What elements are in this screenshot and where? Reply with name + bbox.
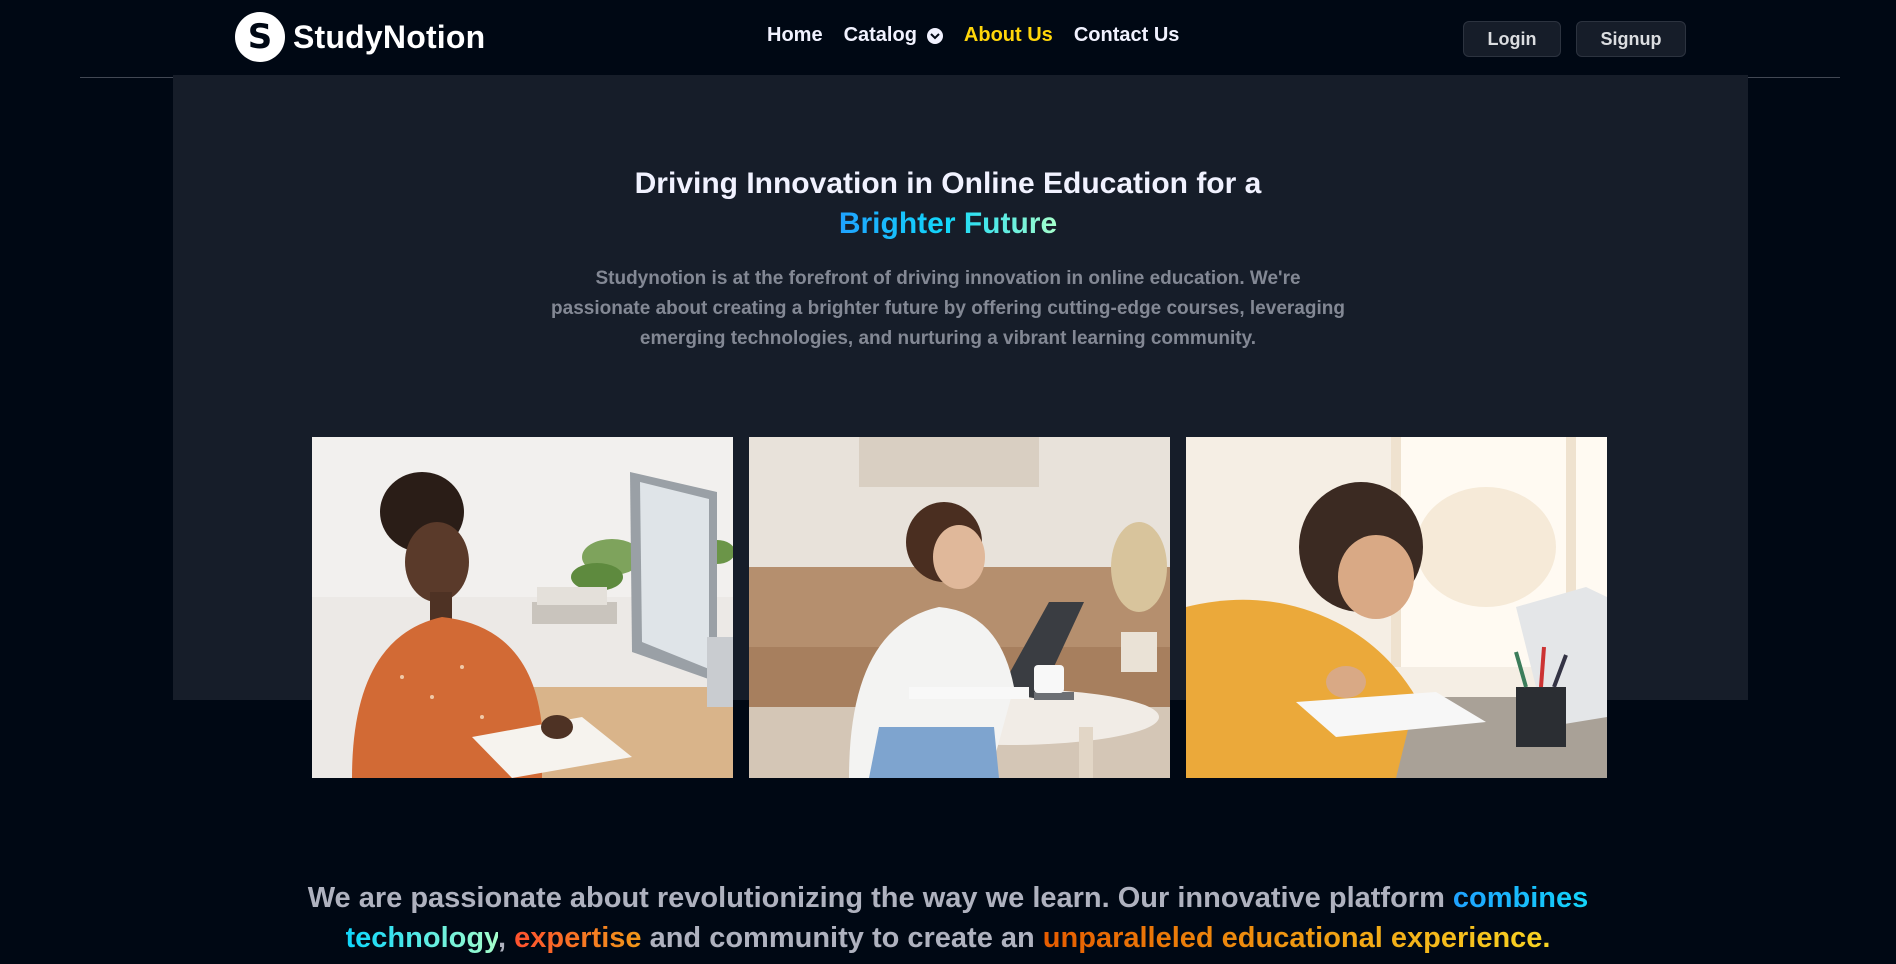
nav-home[interactable]: Home bbox=[767, 24, 823, 47]
chevron-down-icon bbox=[926, 27, 943, 44]
nav-catalog-label: Catalog bbox=[843, 24, 917, 46]
mission-quote: We are passionate about revolutionizing … bbox=[260, 878, 1636, 958]
hero-description: Studynotion is at the forefront of drivi… bbox=[551, 268, 1345, 349]
nav-about-us[interactable]: About Us bbox=[964, 24, 1053, 47]
signup-button[interactable]: Signup bbox=[1576, 21, 1686, 57]
nav-catalog[interactable]: Catalog bbox=[844, 24, 943, 47]
login-button[interactable]: Login bbox=[1463, 21, 1561, 57]
navbar: S StudyNotion Home Catalog About Us Cont… bbox=[0, 0, 1896, 78]
nav-contact-us[interactable]: Contact Us bbox=[1074, 24, 1180, 47]
hero-title-highlight: Brighter Future bbox=[838, 207, 1058, 240]
hero-photos bbox=[312, 437, 1607, 778]
quote-comma: , bbox=[498, 922, 507, 954]
hero-title-text: Driving Innovation in Online Education f… bbox=[634, 167, 1262, 200]
brand-logo[interactable]: S StudyNotion bbox=[235, 12, 485, 62]
hero-title: Driving Innovation in Online Education f… bbox=[0, 164, 1896, 244]
woman-at-desktop-computer-photo bbox=[312, 437, 733, 778]
woman-writing-in-notebook-photo bbox=[1186, 437, 1607, 778]
quote-text-1: We are passionate about revolutionizing … bbox=[307, 882, 1453, 914]
nav-links: Home Catalog About Us Contact Us bbox=[767, 24, 1179, 47]
logo-icon: S bbox=[235, 12, 285, 62]
woman-writing-at-laptop-photo bbox=[749, 437, 1170, 778]
brand-name: StudyNotion bbox=[293, 18, 486, 55]
auth-buttons: Login Signup bbox=[1463, 21, 1686, 57]
quote-highlight-unparalleled: unparalleled educational experience. bbox=[1042, 922, 1551, 954]
quote-text-2: and community to create an bbox=[641, 922, 1043, 954]
quote-highlight-expertise: expertise bbox=[514, 922, 642, 954]
